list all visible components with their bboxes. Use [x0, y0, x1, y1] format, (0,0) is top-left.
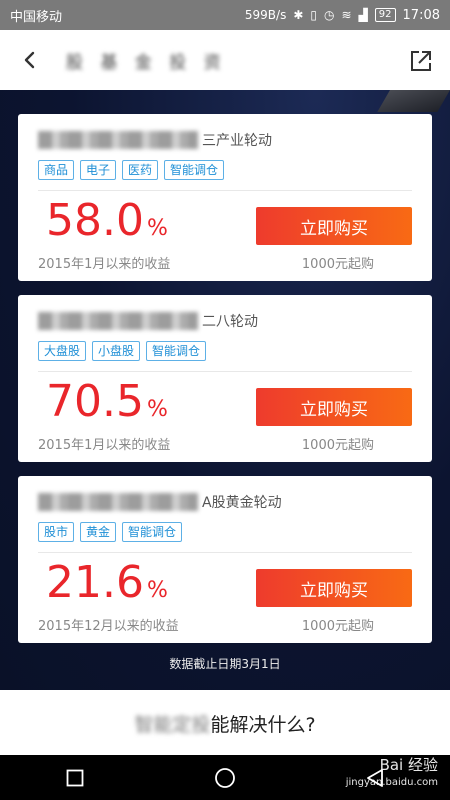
- tag: 智能调仓: [146, 341, 207, 361]
- tag: 小盘股: [92, 341, 141, 361]
- vibrate-icon: ▯: [310, 8, 318, 22]
- network-speed: 599B/s: [244, 8, 287, 22]
- wifi-icon: ≋: [341, 8, 352, 22]
- title-bar: 股 基 金 投 资: [0, 30, 450, 90]
- minimum-purchase: 1000元起购: [301, 438, 374, 453]
- product-name: 二八轮动: [202, 314, 258, 330]
- battery-icon: 92: [374, 8, 396, 22]
- tag: 黄金: [80, 522, 117, 542]
- share-button[interactable]: [408, 48, 434, 74]
- watermark-brand: Bai 经验: [379, 756, 438, 774]
- product-card: A股黄金轮动 股市 黄金 智能调仓 21.6 % 2015年12月以来的收益 立…: [18, 476, 432, 643]
- card-header: 二八轮动: [38, 295, 412, 347]
- data-cutoff-note: 数据截止日期3月1日: [169, 657, 281, 671]
- return-rate-value: 58.0: [46, 195, 144, 246]
- back-button[interactable]: [0, 30, 60, 90]
- return-rate-value: 70.5: [46, 376, 144, 427]
- tag: 大盘股: [38, 341, 87, 361]
- recents-button[interactable]: [45, 755, 105, 800]
- share-icon: [411, 51, 431, 71]
- tag: 智能调仓: [122, 522, 183, 542]
- product-card: 二八轮动 大盘股 小盘股 智能调仓 70.5 % 2015年1月以来的收益 立即…: [18, 295, 432, 462]
- buy-now-button[interactable]: 立即购买: [256, 569, 412, 607]
- carrier-name: 中国移动: [10, 9, 63, 25]
- return-caption: 2015年12月以来的收益: [38, 619, 179, 634]
- status-indicators: 599B/s ✱ ▯ ◷ ≋ ▟ 92 17:08: [245, 8, 440, 23]
- minimum-purchase: 1000元起购: [301, 619, 374, 634]
- home-button[interactable]: [195, 755, 255, 800]
- card-body: 58.0 % 2015年1月以来的收益 立即购买 1000元起购: [38, 191, 412, 285]
- alarm-icon: ◷: [324, 8, 335, 22]
- tag-list: 股市 黄金 智能调仓: [38, 522, 412, 542]
- product-card: 三产业轮动 商品 电子 医药 智能调仓 58.0 % 2015年1月以来的收益 …: [18, 114, 432, 281]
- return-rate-unit: %: [146, 397, 168, 422]
- section-heading-text: 能解决什么?: [210, 714, 316, 736]
- buy-now-button[interactable]: 立即购买: [256, 207, 412, 245]
- tag-list: 商品 电子 医药 智能调仓: [38, 160, 412, 180]
- return-rate-value: 21.6: [46, 557, 144, 608]
- card-body: 21.6 % 2015年12月以来的收益 立即购买 1000元起购: [38, 553, 412, 647]
- section-heading-blurred: 智能定投: [134, 714, 211, 736]
- square-icon: [66, 769, 84, 786]
- tag-list: 大盘股 小盘股 智能调仓: [38, 341, 412, 361]
- section-heading: 智能定投能解决什么?: [0, 710, 450, 737]
- signal-icon: ▟: [358, 8, 368, 22]
- return-rate-unit: %: [146, 216, 168, 241]
- page-title: 股 基 金 投 资: [66, 52, 227, 73]
- minimum-purchase: 1000元起购: [301, 257, 374, 272]
- status-bar: 中国移动 599B/s ✱ ▯ ◷ ≋ ▟ 92 17:08: [0, 0, 450, 30]
- clock: 17:08: [402, 7, 440, 23]
- tag: 股市: [38, 522, 75, 542]
- tag: 电子: [80, 160, 117, 180]
- return-rate: 70.5 %: [46, 376, 168, 428]
- watermark: Bai 经验 jingyan.baidu.com: [346, 756, 438, 792]
- watermark-url: jingyan.baidu.com: [345, 777, 438, 788]
- tag: 智能调仓: [164, 160, 225, 180]
- card-header: 三产业轮动: [38, 114, 412, 166]
- card-body: 70.5 % 2015年1月以来的收益 立即购买 1000元起购: [38, 372, 412, 466]
- buy-now-button[interactable]: 立即购买: [256, 388, 412, 426]
- tag: 医药: [122, 160, 159, 180]
- product-name-blurred: [38, 312, 198, 330]
- return-rate-unit: %: [146, 578, 168, 603]
- return-caption: 2015年1月以来的收益: [38, 438, 171, 453]
- return-rate: 21.6 %: [46, 557, 168, 609]
- return-rate: 58.0 %: [46, 195, 168, 247]
- tag: 商品: [38, 160, 75, 180]
- circle-icon: [215, 767, 235, 788]
- bluetooth-icon: ✱: [293, 8, 304, 22]
- product-name: A股黄金轮动: [202, 495, 282, 511]
- product-name-blurred: [38, 131, 198, 149]
- chevron-left-icon: [24, 51, 35, 69]
- product-name: 三产业轮动: [202, 133, 272, 149]
- product-name-blurred: [38, 493, 198, 511]
- card-header: A股黄金轮动: [38, 476, 412, 528]
- return-caption: 2015年1月以来的收益: [38, 257, 171, 272]
